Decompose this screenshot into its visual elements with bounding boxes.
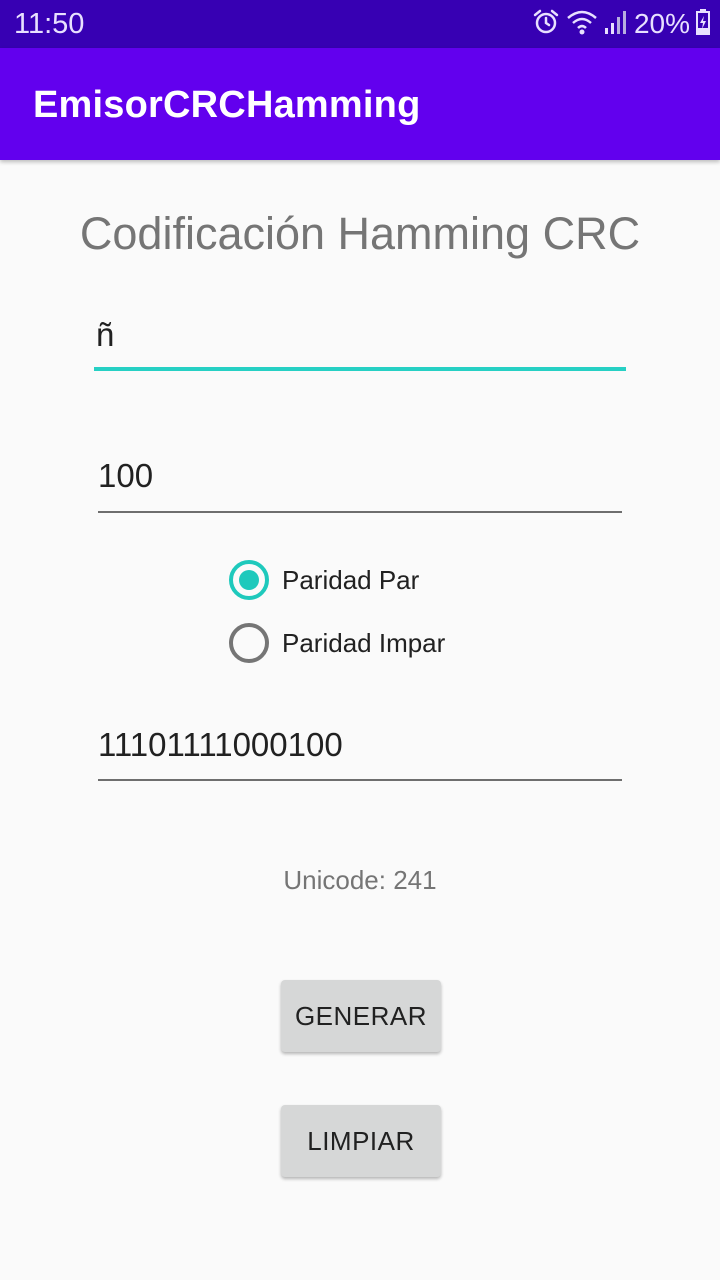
alarm-icon [532,8,560,41]
radio-even-parity-label: Paridad Par [282,565,420,595]
divisor-input[interactable]: 100 [98,454,622,513]
result-field[interactable]: 11101111000100 [98,723,622,781]
wifi-icon [566,8,598,41]
status-time: 11:50 [14,8,85,40]
status-bar: 11:50 20% [0,0,720,48]
radio-odd-parity[interactable]: Paridad Impar [229,622,445,664]
unicode-value-text: Unicode: 241 [283,865,437,895]
radio-unchecked-icon[interactable] [229,623,269,663]
signal-icon [604,8,628,41]
radio-odd-parity-label: Paridad Impar [282,628,446,658]
battery-percent: 20% [633,8,690,39]
status-icons: 20% [532,6,710,42]
app-bar: EmisorCRCHamming [0,48,720,160]
character-input[interactable]: ñ [94,313,626,371]
generate-button[interactable]: GENERAR [281,980,441,1052]
page-heading: Codificación Hamming CRC [79,208,641,259]
battery-charging-icon [696,8,710,41]
radio-checked-icon[interactable] [229,560,269,600]
clear-button[interactable]: LIMPIAR [281,1105,441,1177]
radio-even-parity[interactable]: Paridad Par [229,559,419,601]
app-title: EmisorCRCHamming [33,84,421,126]
